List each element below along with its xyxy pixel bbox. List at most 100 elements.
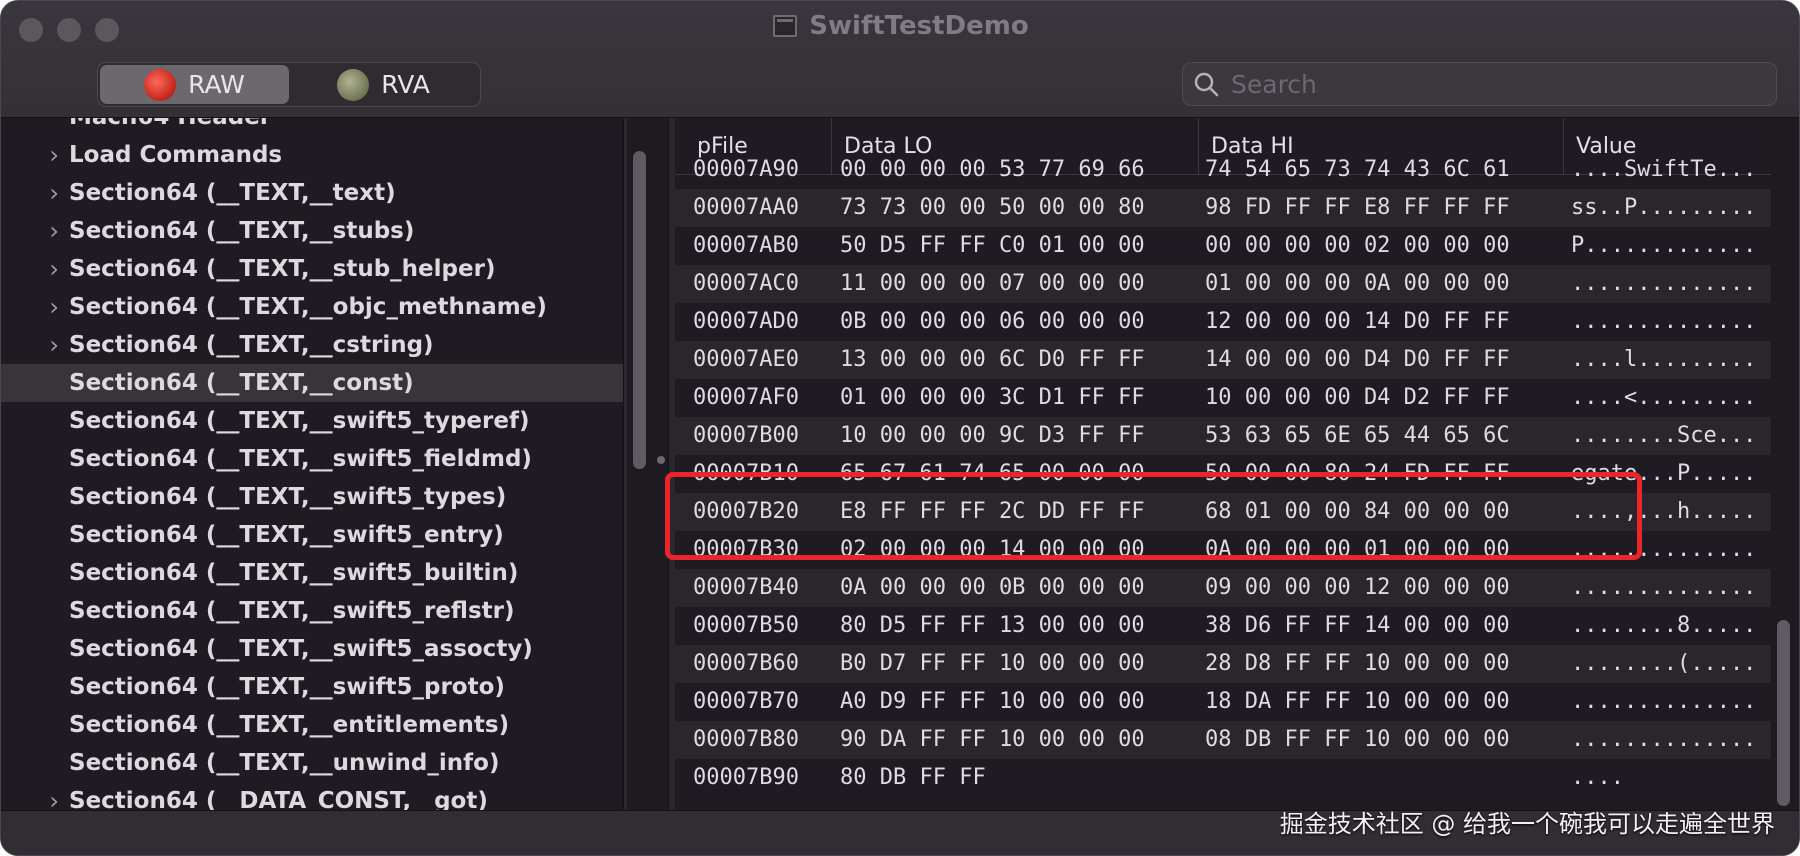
tree-item[interactable]: › Section64 (__DATA_CONST,__got) [1, 782, 623, 810]
table-row[interactable]: 00007B60 B0 D7 FF FF 10 00 00 00 28 D8 FF … [675, 645, 1771, 683]
tree-chevron[interactable]: › [1, 787, 69, 810]
document-icon [773, 15, 798, 37]
tree-item-label: Section64 (__TEXT,__swift5_reflstr) [69, 598, 515, 624]
cell-value: P............. [1571, 233, 1757, 258]
table-scroll-thumb[interactable] [1777, 620, 1790, 806]
cell-data-hi: 10 00 00 00 D4 D2 FF FF [1205, 385, 1510, 410]
cell-data-hi: 28 D8 FF FF 10 00 00 00 [1205, 651, 1510, 676]
table-row[interactable]: 00007A90 00 00 00 00 53 77 69 66 74 54 65 … [675, 151, 1771, 189]
tree-item-label: Section64 (__TEXT,__swift5_typeref) [69, 408, 530, 434]
tree-item[interactable]: Mach64 Header [1, 118, 623, 136]
tree-item[interactable]: › Section64 (__TEXT,__cstring) [1, 326, 623, 364]
search-input[interactable] [1229, 68, 1753, 100]
title-bar: SwiftTestDemo RAW RVA [1, 1, 1799, 118]
split-handle[interactable] [657, 456, 665, 464]
tree-item[interactable]: Section64 (__TEXT,__swift5_assocty) [1, 630, 623, 668]
cell-value: .... [1571, 765, 1624, 790]
table-row[interactable]: 00007B40 0A 00 00 00 0B 00 00 00 09 00 00 … [675, 569, 1771, 607]
cell-pfile: 00007B10 [693, 461, 799, 486]
table-row[interactable]: 00007AC0 11 00 00 00 07 00 00 00 01 00 00 … [675, 265, 1771, 303]
cell-value: ........Sce... [1571, 423, 1757, 448]
tree-chevron[interactable]: › [1, 179, 69, 207]
tree-item[interactable]: Section64 (__TEXT,__swift5_proto) [1, 668, 623, 706]
table-row[interactable]: 00007B20 E8 FF FF FF 2C DD FF FF 68 01 00 … [675, 493, 1771, 531]
cell-pfile: 00007B70 [693, 689, 799, 714]
tree-chevron[interactable]: › [1, 141, 69, 169]
cell-data-lo: 80 D5 FF FF 13 00 00 00 [840, 613, 1145, 638]
tree-item[interactable]: › Load Commands [1, 136, 623, 174]
tree-item[interactable]: › Section64 (__TEXT,__stub_helper) [1, 250, 623, 288]
cell-data-lo: 10 00 00 00 9C D3 FF FF [840, 423, 1145, 448]
raw-mode-button[interactable]: RAW [100, 65, 289, 104]
tree-item[interactable]: Section64 (__TEXT,__swift5_builtin) [1, 554, 623, 592]
chevron-right-icon: › [49, 787, 59, 810]
tree-item[interactable]: Section64 (__TEXT,__const) [1, 364, 623, 402]
tree-divider [623, 118, 627, 810]
table-row[interactable]: 00007B00 10 00 00 00 9C D3 FF FF 53 63 65 … [675, 417, 1771, 455]
table-row[interactable]: 00007B80 90 DA FF FF 10 00 00 00 08 DB FF … [675, 721, 1771, 759]
cell-data-hi: 08 DB FF FF 10 00 00 00 [1205, 727, 1510, 752]
tree-item-label: Mach64 Header [69, 118, 271, 130]
table-row[interactable]: 00007B50 80 D5 FF FF 13 00 00 00 38 D6 FF … [675, 607, 1771, 645]
tree-item[interactable]: › Section64 (__TEXT,__text) [1, 174, 623, 212]
tree-item-label: Section64 (__TEXT,__unwind_info) [69, 750, 500, 776]
red-apple-icon [144, 68, 177, 101]
cell-data-hi: 38 D6 FF FF 14 00 00 00 [1205, 613, 1510, 638]
table-row[interactable]: 00007AE0 13 00 00 00 6C D0 FF FF 14 00 00 … [675, 341, 1771, 379]
table-row[interactable]: 00007AB0 50 D5 FF FF C0 01 00 00 00 00 00 … [675, 227, 1771, 265]
table-row[interactable]: 00007AD0 0B 00 00 00 06 00 00 00 12 00 00 … [675, 303, 1771, 341]
cell-data-hi: 0A 00 00 00 01 00 00 00 [1205, 537, 1510, 562]
cell-data-lo: 11 00 00 00 07 00 00 00 [840, 271, 1145, 296]
cell-data-lo: E8 FF FF FF 2C DD FF FF [840, 499, 1145, 524]
cell-data-lo: 00 00 00 00 53 77 69 66 [840, 157, 1145, 182]
tree-item[interactable]: Section64 (__TEXT,__unwind_info) [1, 744, 623, 782]
tree-scrollbar[interactable] [630, 118, 660, 810]
cell-data-hi: 12 00 00 00 14 D0 FF FF [1205, 309, 1510, 334]
cell-pfile: 00007B60 [693, 651, 799, 676]
tree-scroll-thumb[interactable] [633, 151, 646, 469]
tree-item[interactable]: › Section64 (__TEXT,__stubs) [1, 212, 623, 250]
table-scrollbar[interactable] [1771, 118, 1799, 810]
cell-pfile: 00007B90 [693, 765, 799, 790]
table-row[interactable]: 00007B30 02 00 00 00 14 00 00 00 0A 00 00 … [675, 531, 1771, 569]
chevron-right-icon: › [49, 141, 59, 169]
cell-value: ........(..... [1571, 651, 1757, 676]
cell-value: .............. [1571, 575, 1757, 600]
cell-data-hi: 53 63 65 6E 65 44 65 6C [1205, 423, 1510, 448]
tree-chevron[interactable]: › [1, 331, 69, 359]
tree-item-label: Section64 (__TEXT,__cstring) [69, 332, 434, 358]
cell-data-lo: A0 D9 FF FF 10 00 00 00 [840, 689, 1145, 714]
tree-chevron[interactable]: › [1, 217, 69, 245]
table-row[interactable]: 00007AF0 01 00 00 00 3C D1 FF FF 10 00 00 … [675, 379, 1771, 417]
cell-data-lo: 73 73 00 00 50 00 00 80 [840, 195, 1145, 220]
cell-pfile: 00007AF0 [693, 385, 799, 410]
tree-item[interactable]: Section64 (__TEXT,__swift5_entry) [1, 516, 623, 554]
tree-item[interactable]: Section64 (__TEXT,__swift5_reflstr) [1, 592, 623, 630]
table-row[interactable]: 00007B70 A0 D9 FF FF 10 00 00 00 18 DA FF … [675, 683, 1771, 721]
search-field[interactable] [1182, 62, 1777, 106]
cell-pfile: 00007AC0 [693, 271, 799, 296]
cell-pfile: 00007B20 [693, 499, 799, 524]
table-row[interactable]: 00007AA0 73 73 00 00 50 00 00 80 98 FD FF … [675, 189, 1771, 227]
gray-apple-icon [337, 68, 370, 101]
cell-value: ....<......... [1571, 385, 1757, 410]
tree-item[interactable]: Section64 (__TEXT,__swift5_typeref) [1, 402, 623, 440]
cell-data-lo: 02 00 00 00 14 00 00 00 [840, 537, 1145, 562]
cell-data-hi: 74 54 65 73 74 43 6C 61 [1205, 157, 1510, 182]
rva-mode-button[interactable]: RVA [289, 65, 478, 104]
tree-item[interactable]: › Section64 (__TEXT,__objc_methname) [1, 288, 623, 326]
window-title: SwiftTestDemo [1, 11, 1799, 41]
table-row[interactable]: 00007B90 80 DB FF FF.... [675, 759, 1771, 797]
tree-item[interactable]: Section64 (__TEXT,__swift5_types) [1, 478, 623, 516]
tree-item-label: Section64 (__TEXT,__const) [69, 370, 414, 396]
table-row[interactable]: 00007B10 65 67 61 74 65 00 00 00 50 00 00 … [675, 455, 1771, 493]
cell-value: egate...P..... [1571, 461, 1757, 486]
cell-data-hi: 18 DA FF FF 10 00 00 00 [1205, 689, 1510, 714]
tree-item[interactable]: Section64 (__TEXT,__entitlements) [1, 706, 623, 744]
tree-item[interactable]: Section64 (__TEXT,__swift5_fieldmd) [1, 440, 623, 478]
cell-data-hi: 09 00 00 00 12 00 00 00 [1205, 575, 1510, 600]
tree-chevron[interactable]: › [1, 255, 69, 283]
tree-chevron[interactable]: › [1, 293, 69, 321]
cell-data-lo: 0A 00 00 00 0B 00 00 00 [840, 575, 1145, 600]
rva-mode-label: RVA [381, 70, 430, 99]
